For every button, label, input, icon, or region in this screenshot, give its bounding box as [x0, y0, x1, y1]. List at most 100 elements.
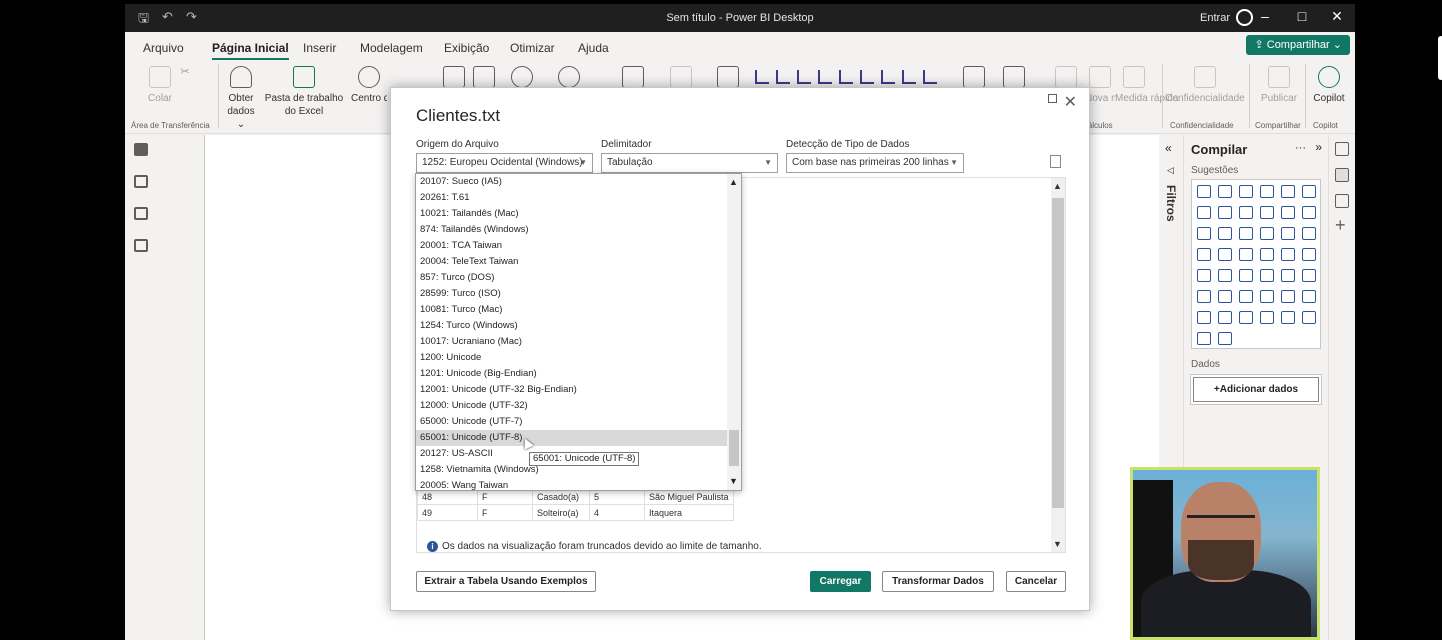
table-icon[interactable] [1281, 269, 1295, 282]
funnel-icon[interactable] [1302, 206, 1316, 219]
close-icon[interactable]: ✕ [1064, 92, 1077, 112]
stacked-area-icon[interactable] [1239, 206, 1253, 219]
get-data-button[interactable]: Obter dados ⌄ [223, 66, 259, 131]
excel-workbook-button[interactable]: Pasta de trabalho do Excel [259, 66, 349, 118]
sign-in-link[interactable]: Entrar [1200, 12, 1230, 24]
tab-exibicao[interactable]: Exibição [444, 41, 489, 55]
clustered-bar-icon[interactable] [1239, 185, 1253, 198]
table-view-icon[interactable] [134, 175, 148, 188]
onelake-button[interactable]: Centro de dados OneLake [351, 66, 387, 105]
paginated-icon[interactable] [1218, 311, 1232, 324]
column-100-icon[interactable] [1302, 185, 1316, 198]
add-pane-icon[interactable]: + [1335, 215, 1346, 236]
dropdown-option[interactable]: 28599: Turco (ISO) [416, 286, 728, 302]
data-pane-icon[interactable] [1335, 142, 1349, 156]
collapse-icon[interactable]: « [1165, 141, 1172, 155]
tab-arquivo[interactable]: Arquivo [143, 41, 184, 55]
smart-narrative-icon[interactable] [1302, 290, 1316, 303]
extract-table-button[interactable]: Extrair a Tabela Usando Exemplos [416, 571, 596, 592]
add-data-button[interactable]: +Adicionar dados [1193, 377, 1319, 402]
scroll-down-icon[interactable]: ▼ [729, 476, 738, 486]
quick-measure-button[interactable]: Medida rápida [1115, 66, 1178, 105]
get-more-icon[interactable] [1302, 311, 1316, 324]
account-icon[interactable] [1236, 9, 1253, 26]
kpi-icon[interactable] [1239, 269, 1253, 282]
scroll-thumb[interactable] [1052, 198, 1064, 508]
line-column-icon[interactable] [1197, 227, 1211, 240]
more-icon[interactable] [1218, 332, 1232, 345]
tab-ajuda[interactable]: Ajuda [578, 41, 609, 55]
metrics-icon[interactable] [1281, 311, 1295, 324]
stacked-bar-icon[interactable] [797, 70, 811, 84]
file-origin-dropdown-list[interactable]: 20107: Sueco (IA5) 20261: T.61 10021: Tail… [415, 173, 742, 491]
bar-chart-icon[interactable] [755, 70, 769, 84]
table-visual-icon[interactable] [923, 70, 937, 84]
dropdown-option[interactable]: 20004: TeleText Taiwan [416, 254, 728, 270]
dropdown-option[interactable]: 10021: Tailandês (Mac) [416, 206, 728, 222]
publish-button[interactable]: Publicar [1257, 66, 1301, 105]
dropdown-option[interactable]: 1254: Turco (Windows) [416, 318, 728, 334]
clustered-column-icon[interactable] [1260, 185, 1274, 198]
type-detection-select[interactable]: Com base nas primeiras 200 linhas ▼ [786, 153, 964, 173]
sensitivity-button[interactable]: Confidencialidade [1163, 66, 1247, 105]
r-visual-icon[interactable] [1197, 290, 1211, 303]
dropdown-option[interactable]: 20005: Wang Taiwan [416, 478, 728, 490]
delimiter-select[interactable]: Tabulação ▼ [601, 153, 778, 173]
maximize-icon[interactable] [1048, 94, 1057, 103]
key-influencers-icon[interactable] [1239, 290, 1253, 303]
paste-button[interactable]: Colar [145, 66, 175, 105]
model-view-icon[interactable] [134, 207, 148, 220]
treemap-icon[interactable] [1197, 248, 1211, 261]
tab-inserir[interactable]: Inserir [303, 41, 336, 55]
column-100-icon[interactable] [860, 70, 874, 84]
stacked-column-icon[interactable] [839, 70, 853, 84]
ribbon-icon[interactable] [1260, 206, 1274, 219]
slicer-icon[interactable] [1260, 269, 1274, 282]
decomposition-tree-icon[interactable] [1260, 290, 1274, 303]
dropdown-option[interactable]: 12000: Unicode (UTF-32) [416, 398, 728, 414]
scroll-up-icon[interactable]: ▲ [1053, 181, 1062, 191]
dropdown-option[interactable]: 857: Turco (DOS) [416, 270, 728, 286]
area-icon[interactable] [1218, 206, 1232, 219]
qa-icon[interactable] [1281, 290, 1295, 303]
tab-pagina-inicial[interactable]: Página Inicial [212, 41, 289, 61]
cancel-button[interactable]: Cancelar [1006, 571, 1066, 592]
filled-map-icon[interactable] [1239, 248, 1253, 261]
card-icon[interactable] [1197, 269, 1211, 282]
dropdown-option[interactable]: 20261: T.61 [416, 190, 728, 206]
dropdown-option[interactable]: 10017: Ucraniano (Mac) [416, 334, 728, 350]
stacked-bar-icon[interactable] [1197, 185, 1211, 198]
power-automate-icon[interactable] [1260, 311, 1274, 324]
matrix-icon[interactable] [1302, 269, 1316, 282]
line-chart-icon[interactable] [881, 70, 895, 84]
minimize-icon[interactable]: – [1255, 8, 1275, 24]
scroll-up-icon[interactable]: ▲ [729, 177, 738, 187]
dropdown-option[interactable]: 1201: Unicode (Big-Endian) [416, 366, 728, 382]
dropdown-option[interactable]: 20107: Sueco (IA5) [416, 174, 728, 190]
dropdown-scrollbar[interactable]: ▲ ▼ [727, 174, 741, 490]
column-chart-icon[interactable] [776, 70, 790, 84]
expand-icon[interactable]: » [1315, 140, 1322, 154]
azure-map-icon[interactable] [1281, 248, 1295, 261]
multi-row-card-icon[interactable] [1218, 269, 1232, 282]
dropdown-option[interactable]: 12001: Unicode (UTF-32 Big-Endian) [416, 382, 728, 398]
waterfall-icon[interactable] [1281, 206, 1295, 219]
copilot-button[interactable]: Copilot [1311, 66, 1347, 105]
transform-data-button[interactable]: Transformar Dados [882, 571, 994, 592]
scatter-icon[interactable] [1260, 227, 1274, 240]
donut-icon[interactable] [1302, 227, 1316, 240]
stacked-column-icon[interactable] [1218, 185, 1232, 198]
bar-100-icon[interactable] [1281, 185, 1295, 198]
dropdown-option[interactable]: 65001: Unicode (UTF-8) [416, 430, 728, 446]
pie-icon[interactable] [1281, 227, 1295, 240]
dropdown-option[interactable]: 20001: TCA Taiwan [416, 238, 728, 254]
map-icon[interactable] [1218, 248, 1232, 261]
build-pane-icon[interactable] [1335, 168, 1349, 182]
line-icon[interactable] [1197, 206, 1211, 219]
cut-icon[interactable]: ✂ [179, 66, 191, 79]
power-apps-icon[interactable] [1239, 311, 1253, 324]
format-pane-icon[interactable] [1335, 194, 1349, 208]
dropdown-option[interactable]: 10081: Turco (Mac) [416, 302, 728, 318]
close-icon[interactable]: ✕ [1327, 8, 1347, 25]
tab-otimizar[interactable]: Otimizar [510, 41, 555, 55]
